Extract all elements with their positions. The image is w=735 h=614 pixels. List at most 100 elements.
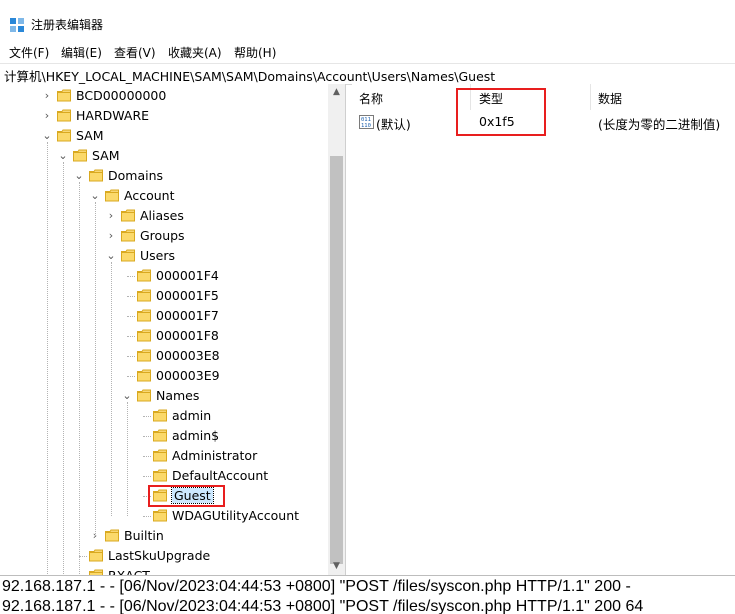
folder-icon bbox=[153, 409, 167, 422]
tree-node-label[interactable]: HARDWARE bbox=[76, 108, 149, 123]
tree-node-label[interactable]: 000003E8 bbox=[156, 348, 220, 363]
tree-node[interactable]: ⌄ SAM bbox=[0, 146, 330, 166]
highlight-box-type bbox=[456, 88, 546, 136]
tree-node[interactable]: 000001F7 bbox=[0, 306, 330, 326]
tree-connector bbox=[143, 516, 151, 517]
tree-node-label[interactable]: 000003E9 bbox=[156, 368, 220, 383]
tree-node-label[interactable]: DefaultAccount bbox=[172, 468, 268, 483]
address-path[interactable]: 计算机\HKEY_LOCAL_MACHINE\SAM\SAM\Domains\A… bbox=[4, 66, 495, 85]
tree-node-label[interactable]: Account bbox=[124, 188, 174, 203]
tree-node[interactable]: admin$ bbox=[0, 426, 330, 446]
window-title: 注册表编辑器 bbox=[31, 18, 104, 32]
menu-bar: 文件(F) 编辑(E) 查看(V) 收藏夹(A) 帮助(H) bbox=[0, 42, 735, 62]
tree-node[interactable]: › Builtin bbox=[0, 526, 330, 546]
tree-node-label[interactable]: SAM bbox=[92, 148, 120, 163]
tree-node-label[interactable]: BCD00000000 bbox=[76, 88, 166, 103]
folder-icon bbox=[105, 189, 119, 202]
tree-connector bbox=[127, 376, 135, 377]
tree-node-label[interactable]: LastSkuUpgrade bbox=[108, 548, 210, 563]
tree-connector bbox=[127, 316, 135, 317]
registry-tree[interactable]: › BCD00000000 › HARDWARE ⌄ SAM ⌄ SAM ⌄ Domains ⌄ Ac… bbox=[0, 84, 346, 575]
expand-chevron-icon[interactable]: › bbox=[41, 106, 53, 126]
menu-favorites[interactable]: 收藏夹(A) bbox=[168, 44, 222, 61]
tree-node-label[interactable]: 000001F8 bbox=[156, 328, 219, 343]
folder-icon bbox=[137, 289, 151, 302]
tree-node[interactable]: 000003E9 bbox=[0, 366, 330, 386]
tree-node[interactable]: ⌄ Users bbox=[0, 246, 330, 266]
folder-icon bbox=[89, 549, 103, 562]
console-line: 92.168.187.1 - - [06/Nov/2023:04:44:53 +… bbox=[2, 598, 644, 614]
folder-icon bbox=[121, 249, 135, 262]
tree-node[interactable]: ⌄ Domains bbox=[0, 166, 330, 186]
tree-node-label[interactable]: admin$ bbox=[172, 428, 219, 443]
folder-icon bbox=[57, 89, 71, 102]
tree-node[interactable]: 000001F4 bbox=[0, 266, 330, 286]
tree-node[interactable]: LastSkuUpgrade bbox=[0, 546, 330, 566]
column-header-name[interactable]: 名称 bbox=[359, 90, 383, 107]
folder-icon bbox=[137, 349, 151, 362]
tree-node[interactable]: DefaultAccount bbox=[0, 466, 330, 486]
tree-connector bbox=[127, 356, 135, 357]
menu-file[interactable]: 文件(F) bbox=[9, 44, 49, 61]
tree-guide-line bbox=[79, 182, 80, 575]
tree-node-label[interactable]: SAM bbox=[76, 128, 104, 143]
tree-node[interactable]: Administrator bbox=[0, 446, 330, 466]
folder-icon bbox=[73, 149, 87, 162]
tree-connector bbox=[143, 436, 151, 437]
scroll-down-icon[interactable]: ▼ bbox=[328, 558, 345, 575]
tree-node[interactable]: ⌄ SAM bbox=[0, 126, 330, 146]
tree-node-label[interactable]: 000001F4 bbox=[156, 268, 219, 283]
folder-icon bbox=[121, 229, 135, 242]
tree-guide-line bbox=[63, 162, 64, 575]
tree-node[interactable]: ⌄ Account bbox=[0, 186, 330, 206]
menu-help[interactable]: 帮助(H) bbox=[234, 44, 276, 61]
tree-node[interactable]: RXACT bbox=[0, 566, 330, 575]
tree-node[interactable]: 000001F5 bbox=[0, 286, 330, 306]
tree-node[interactable]: › BCD00000000 bbox=[0, 86, 330, 106]
tree-node-label[interactable]: admin bbox=[172, 408, 211, 423]
tree-node[interactable]: WDAGUtilityAccount bbox=[0, 506, 330, 526]
tree-node-label[interactable]: Builtin bbox=[124, 528, 164, 543]
tree-node[interactable]: 000003E8 bbox=[0, 346, 330, 366]
tree-node-label[interactable]: Users bbox=[140, 248, 175, 263]
tree-node-label[interactable]: Groups bbox=[140, 228, 185, 243]
console-output: 92.168.187.1 - - [06/Nov/2023:04:44:53 +… bbox=[0, 575, 735, 614]
tree-node[interactable]: › HARDWARE bbox=[0, 106, 330, 126]
folder-icon bbox=[57, 129, 71, 142]
folder-icon bbox=[153, 449, 167, 462]
scroll-up-icon[interactable]: ▲ bbox=[328, 84, 345, 101]
tree-node-label[interactable]: Domains bbox=[108, 168, 163, 183]
address-bar[interactable]: 计算机\HKEY_LOCAL_MACHINE\SAM\SAM\Domains\A… bbox=[0, 63, 735, 85]
tree-node-label[interactable]: Names bbox=[156, 388, 199, 403]
tree-node[interactable]: › Aliases bbox=[0, 206, 330, 226]
folder-icon bbox=[105, 529, 119, 542]
scroll-thumb[interactable] bbox=[330, 156, 343, 564]
menu-view[interactable]: 查看(V) bbox=[114, 44, 156, 61]
expand-chevron-icon[interactable]: › bbox=[105, 206, 117, 226]
expand-chevron-icon[interactable]: › bbox=[41, 86, 53, 106]
tree-node[interactable]: › Groups bbox=[0, 226, 330, 246]
expand-chevron-icon[interactable]: › bbox=[105, 226, 117, 246]
column-header-data[interactable]: 数据 bbox=[598, 90, 622, 107]
tree-node-label[interactable]: Aliases bbox=[140, 208, 184, 223]
tree-node[interactable]: ⌄ Names bbox=[0, 386, 330, 406]
value-data: (长度为零的二进制值) bbox=[598, 117, 721, 132]
value-name: (默认) bbox=[376, 117, 411, 132]
folder-icon bbox=[137, 389, 151, 402]
title-bar: 注册表编辑器 bbox=[0, 0, 735, 42]
menu-edit[interactable]: 编辑(E) bbox=[61, 44, 102, 61]
values-pane[interactable]: 名称 类型 数据 011 110 (默认) 0x1f5 (长度为零的二进制值) bbox=[352, 84, 735, 575]
tree-node-label[interactable]: WDAGUtilityAccount bbox=[172, 508, 299, 523]
tree-node-label[interactable]: RXACT bbox=[108, 568, 150, 575]
column-separator[interactable] bbox=[590, 84, 591, 110]
tree-node[interactable]: 000001F8 bbox=[0, 326, 330, 346]
svg-text:110: 110 bbox=[361, 123, 371, 129]
tree-node-label[interactable]: 000001F7 bbox=[156, 308, 219, 323]
folder-icon bbox=[137, 329, 151, 342]
tree-node-label[interactable]: 000001F5 bbox=[156, 288, 219, 303]
tree-node-label[interactable]: Administrator bbox=[172, 448, 257, 463]
tree-vertical-scrollbar[interactable]: ▲ ▼ bbox=[328, 84, 345, 575]
tree-node[interactable]: admin bbox=[0, 406, 330, 426]
tree-connector bbox=[143, 476, 151, 477]
tree-connector bbox=[79, 556, 87, 557]
